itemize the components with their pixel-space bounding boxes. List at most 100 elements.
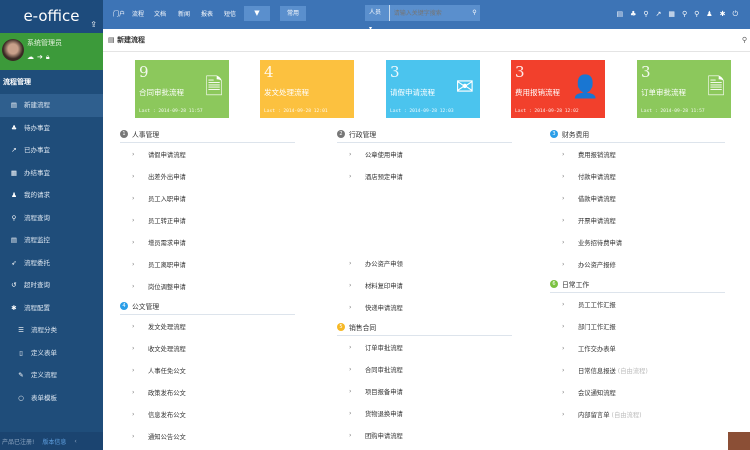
upload-icon[interactable]: ⇪ [90,21,97,29]
corner-widget[interactable] [728,432,750,450]
process-link[interactable]: › 开票申请流程 [550,209,725,231]
search-icon: ⚲ [11,213,17,222]
card-last-time: Last : 2014-09-28 12:01 [264,109,328,114]
process-link[interactable]: › 合同审批流程 [337,358,512,380]
power-icon[interactable]: ⏻ [732,0,738,29]
sidebar-item[interactable]: ▯ 定义表单 [0,342,103,365]
sidebar-item[interactable]: ▤ 流程监控 [0,229,103,252]
process-link[interactable]: › 材料复印申请 [337,274,512,296]
process-link[interactable]: › 办公资产报修 [550,253,725,275]
avatar[interactable] [2,39,24,61]
process-note: (自由流程) [617,367,648,375]
process-link[interactable]: › 员工转正申请 [120,209,295,231]
sidebar-item[interactable]: ✱ 流程配置 [0,297,103,320]
chevron-right-icon: › [562,388,565,396]
cloud-icon[interactable]: ☁ [27,53,37,61]
process-link[interactable]: › 政策发布公文 [120,381,295,403]
sidebar-item[interactable]: ▤ 新建流程 [0,94,103,117]
process-link[interactable]: › 业务招待费申请 [550,231,725,253]
process-link[interactable]: › 岗位调整申请 [120,275,295,297]
process-link[interactable]: › 借款申请流程 [550,187,725,209]
sidebar-item[interactable]: ♣ 待办事宜 [0,117,103,140]
sign-in-icon[interactable]: ➔ [37,53,46,61]
process-link[interactable]: › 项目报备申请 [337,380,512,402]
process-link[interactable]: › 快递申请流程 [337,296,512,318]
process-link[interactable]: › 办公资产申领 [337,252,512,274]
collapse-icon[interactable]: ‹ [74,438,76,445]
user-icon[interactable]: ♟ [706,0,712,29]
sidebar-item-label: 流程分类 [31,326,57,334]
sidebar-item[interactable]: ▦ 办结事宜 [0,162,103,185]
process-link[interactable]: › 订单审批流程 [337,336,512,358]
nav-item[interactable]: 新闻 [178,0,190,29]
nav-item[interactable]: 报表 [201,0,213,29]
chevron-right-icon: › [562,300,565,308]
section-title: 人事管理 [132,130,160,139]
process-link[interactable]: › 内部留言单 (自由流程) [550,403,725,425]
sidebar-item[interactable]: ○ 表单模板 [0,387,103,410]
process-link[interactable]: › 人事任免公文 [120,359,295,381]
nav-item[interactable]: 文档 [154,0,166,29]
process-link[interactable]: › 通知公告公文 [120,425,295,447]
common-button[interactable]: 常用 [280,6,306,21]
process-link[interactable]: › 员工离职申请 [120,253,295,275]
process-link[interactable]: › 出差外出申请 [120,165,295,187]
nav-item[interactable]: 门户 [113,0,125,29]
process-link[interactable]: › 日常信息报送 (自由流程) [550,359,725,381]
lock-icon[interactable]: 🔒︎ [46,53,53,61]
chevron-right-icon: › [349,387,352,395]
chevron-right-icon: › [132,366,135,374]
process-card[interactable]: 3 费用报销流程 Last : 2014-09-28 12:02 👤 [511,60,605,118]
process-link[interactable]: › 发文处理流程 [120,315,295,337]
document-icon[interactable]: ▤ [616,0,623,29]
map-marker-icon[interactable]: ⚲ [694,0,699,29]
gear-icon[interactable]: ✱ [720,0,726,29]
sidebar-item[interactable]: ↗ 已办事宜 [0,139,103,162]
process-link[interactable]: › 酒店预定申请 [337,165,512,187]
search-icon[interactable]: ⚲ [742,29,747,52]
sidebar-item[interactable]: ↺ 超时查询 [0,274,103,297]
search-icon[interactable]: ⚲ [643,0,648,29]
chevron-right-icon: › [132,344,135,352]
process-link[interactable]: › 货物退换申请 [337,402,512,424]
search-scope-select[interactable]: 人员 ▾ [365,5,390,32]
process-card[interactable]: 4 发文处理流程 Last : 2014-09-28 12:01 [260,60,354,118]
process-link[interactable]: › 团购申请流程 [337,424,512,446]
map-marker-icon[interactable]: ⚲ [682,0,687,29]
process-card[interactable]: 9 合同审批流程 Last : 2014-09-28 11:57 🗎 [135,60,229,118]
nav-item[interactable]: 短信 [224,0,236,29]
calendar-icon[interactable]: ▦ [668,0,675,29]
cubes-icon[interactable]: ♣ [630,0,636,29]
logo[interactable]: e-office ⇪ [0,0,103,33]
sidebar-item[interactable]: ☰ 流程分类 [0,319,103,342]
sidebar-item[interactable]: ➶ 流程委托 [0,252,103,275]
version-link[interactable]: 版本信息 [42,437,66,446]
process-name: 部门工作汇报 [578,323,616,331]
process-link[interactable]: › 会议通知流程 [550,381,725,403]
nav-item[interactable]: 流程 [132,0,144,29]
process-name: 货物退换申请 [365,410,403,418]
process-link[interactable]: › 付款申请流程 [550,165,725,187]
process-link[interactable]: › 工作交办表单 [550,337,725,359]
sidebar-item[interactable]: ♟ 我的请求 [0,184,103,207]
search-icon[interactable]: ⚲ [469,5,480,21]
process-link[interactable]: › 请假申请流程 [120,143,295,165]
process-card[interactable]: 3 请假申请流程 Last : 2014-09-28 12:03 ✉ [386,60,480,118]
process-link[interactable]: › 收文处理流程 [120,337,295,359]
more-dropdown-button[interactable]: ▼ [244,6,270,21]
process-link[interactable]: › 员工工作汇报 [550,293,725,315]
chevron-right-icon: › [132,194,135,202]
sidebar-item[interactable]: ✎ 定义流程 [0,364,103,387]
process-link[interactable]: › 信息发布公文 [120,403,295,425]
process-card[interactable]: 3 订单审批流程 Last : 2014-09-28 11:57 🗎 [637,60,731,118]
edit-icon[interactable]: ↗ [656,0,662,29]
sidebar-item-label: 流程监控 [24,236,50,244]
process-link[interactable]: › 员工入职申请 [120,187,295,209]
sidebar-footer: 产品已注册! 版本信息 ‹ [0,432,103,450]
search-input[interactable] [389,5,469,21]
sidebar-item[interactable]: ⚲ 流程查询 [0,207,103,230]
process-link[interactable]: › 部门工作汇报 [550,315,725,337]
process-link[interactable]: › 费用报销流程 [550,143,725,165]
process-link[interactable]: › 公章使用申请 [337,143,512,165]
process-link[interactable]: › 增员需求申请 [120,231,295,253]
